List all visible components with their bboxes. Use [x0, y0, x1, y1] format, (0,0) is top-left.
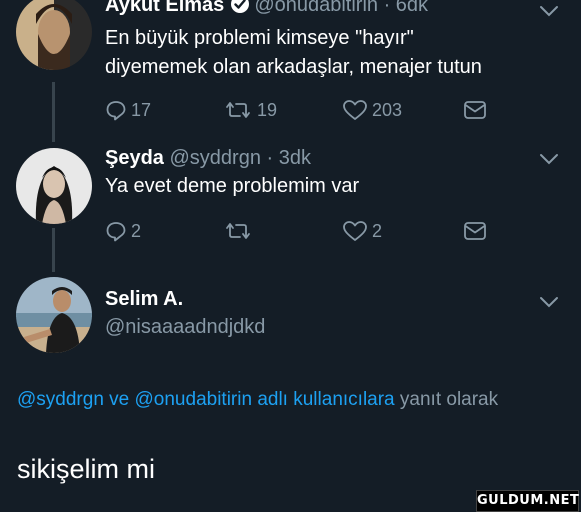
mention-link[interactable]: @onudabitirin	[135, 389, 253, 410]
reply-button[interactable]: 17	[105, 97, 151, 123]
reply-mention-suffix: adlı kullanıcılara	[252, 389, 395, 410]
direct-message-icon	[464, 101, 486, 119]
author-name[interactable]: Aykut Elmas	[105, 0, 224, 16]
chevron-down-icon[interactable]	[538, 4, 560, 18]
retweet-button[interactable]: 19	[223, 97, 277, 123]
reply-connector: ve	[103, 389, 135, 410]
chevron-down-icon[interactable]	[538, 295, 560, 309]
reply-suffix: yanıt olarak	[394, 389, 499, 410]
like-count: 203	[372, 99, 403, 120]
avatar-aykut[interactable]	[16, 0, 92, 70]
reply-button[interactable]: 2	[105, 218, 141, 244]
thread-line	[52, 82, 55, 142]
avatar-selim[interactable]	[16, 277, 92, 353]
tweet-text: Ya evet deme problemim var	[105, 172, 359, 201]
avatar-seyda[interactable]	[16, 148, 92, 224]
like-button[interactable]: 2	[342, 218, 382, 244]
chevron-down-icon[interactable]	[538, 152, 560, 166]
tweet-text-line: En büyük problemi kimseye "hayır"	[105, 27, 414, 49]
author-handle[interactable]: @onudabitirin · 6dk	[254, 0, 428, 16]
tweet-text: En büyük problemi kimseye "hayır" diyeme…	[105, 24, 482, 82]
reply-icon	[106, 101, 126, 121]
direct-message-button[interactable]	[463, 218, 487, 244]
watermark-logo: GULDUM.NET	[476, 490, 579, 512]
like-button[interactable]: 203	[342, 97, 402, 123]
mention-link[interactable]: @syddrgn	[17, 389, 104, 410]
verified-badge-icon	[230, 0, 250, 14]
like-icon	[343, 221, 367, 241]
thread-line	[52, 228, 55, 272]
retweet-icon	[226, 102, 250, 118]
like-count: 2	[372, 220, 383, 241]
like-icon	[343, 100, 367, 120]
reply-icon	[106, 222, 126, 242]
tweet-text-line: diyememek olan arkadaşlar, menajer tutun	[105, 56, 482, 78]
tweet-text-line: Ya evet deme problemim var	[105, 175, 360, 197]
direct-message-icon	[464, 222, 486, 240]
composer-handle[interactable]: @nisaaaadndjdkd	[105, 316, 265, 339]
reply-text-input[interactable]: sikişelim mi	[17, 454, 155, 485]
author-handle[interactable]: @syddrgn · 3dk	[170, 147, 311, 169]
replying-to-text: @syddrgn ve @onudabitirin adlı kullanıcı…	[17, 384, 557, 416]
retweet-button[interactable]	[223, 218, 257, 244]
retweet-count: 19	[257, 99, 278, 120]
composer-name[interactable]: Selim A.	[105, 288, 183, 310]
reply-count: 17	[131, 99, 152, 120]
retweet-icon	[226, 223, 250, 239]
direct-message-button[interactable]	[463, 97, 487, 123]
reply-count: 2	[131, 220, 142, 241]
author-name[interactable]: Şeyda	[105, 147, 164, 169]
